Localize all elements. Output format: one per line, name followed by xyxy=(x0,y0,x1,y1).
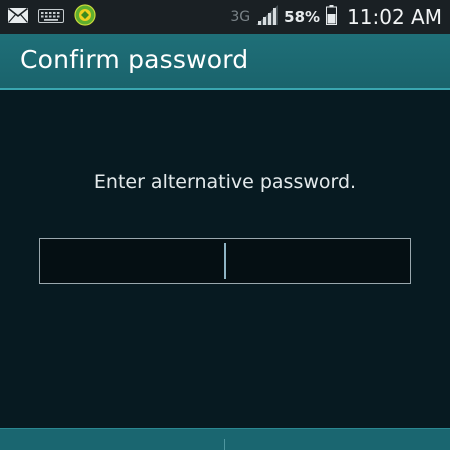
keyboard-icon xyxy=(38,8,64,27)
ok-button[interactable] xyxy=(226,429,450,450)
battery-icon xyxy=(326,5,338,29)
password-prompt: Enter alternative password. xyxy=(93,171,357,193)
page-title: Confirm password xyxy=(20,45,249,74)
phone-screen: 3G 58% 11:02 AM Confirm password Enter a… xyxy=(0,0,450,450)
network-type-label: 3G xyxy=(230,9,251,25)
status-bar: 3G 58% 11:02 AM xyxy=(0,0,450,34)
app-notification-icon xyxy=(74,4,96,30)
clock: 11:02 AM xyxy=(347,5,442,29)
system-indicators: 3G 58% 11:02 AM xyxy=(230,4,442,30)
password-field[interactable] xyxy=(39,238,411,284)
battery-percent: 58% xyxy=(284,8,321,26)
cancel-button[interactable] xyxy=(0,429,224,450)
mail-icon xyxy=(8,7,28,27)
action-bar: Confirm password xyxy=(0,34,450,90)
bottom-button-bar xyxy=(0,428,450,450)
text-cursor xyxy=(224,243,226,279)
notification-icons xyxy=(8,4,96,30)
signal-strength-icon xyxy=(256,5,279,29)
button-divider xyxy=(224,439,225,450)
